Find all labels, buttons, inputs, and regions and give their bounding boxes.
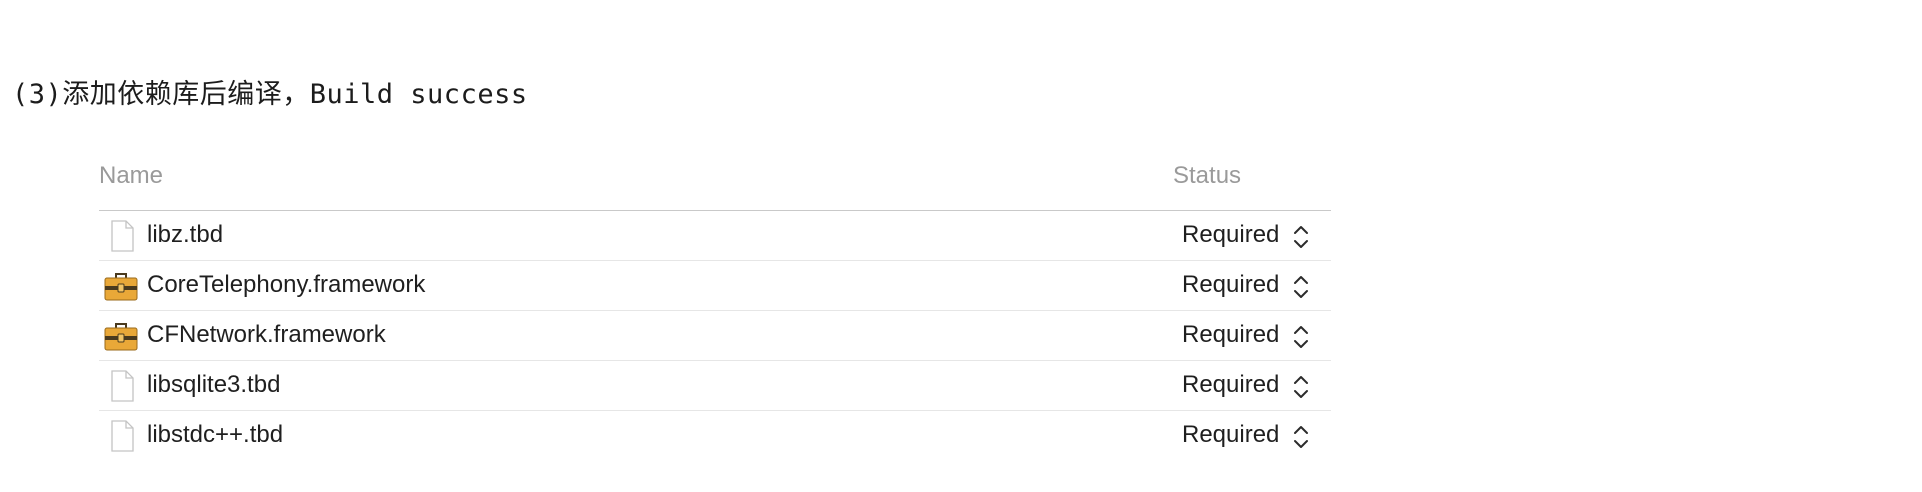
column-header-status[interactable]: Status xyxy=(1173,162,1241,190)
table-row[interactable]: libz.tbd Required xyxy=(99,211,1331,261)
library-name: libz.tbd xyxy=(147,221,224,248)
toolbox-icon xyxy=(104,273,138,301)
library-status[interactable]: Required xyxy=(1182,371,1279,399)
table-row[interactable]: CoreTelephony.framework Required xyxy=(99,261,1331,311)
library-status[interactable]: Required xyxy=(1182,221,1279,249)
status-stepper-icon[interactable] xyxy=(1291,273,1311,301)
toolbox-icon xyxy=(104,323,138,351)
document-icon xyxy=(111,220,134,252)
status-stepper-icon[interactable] xyxy=(1291,323,1311,351)
status-stepper-icon[interactable] xyxy=(1291,373,1311,401)
table-header: Name Status xyxy=(99,158,1331,211)
status-stepper-icon[interactable] xyxy=(1291,423,1311,451)
library-status[interactable]: Required xyxy=(1182,421,1279,449)
library-name: CFNetwork.framework xyxy=(147,321,386,348)
column-header-name[interactable]: Name xyxy=(99,162,163,190)
library-status[interactable]: Required xyxy=(1182,271,1279,299)
document-icon xyxy=(111,420,134,452)
library-name: libstdc++.tbd xyxy=(147,421,284,448)
document-icon xyxy=(111,370,134,402)
table-row[interactable]: libstdc++.tbd Required xyxy=(99,411,1331,460)
status-stepper-icon[interactable] xyxy=(1291,223,1311,251)
table-row[interactable]: CFNetwork.framework Required xyxy=(99,311,1331,361)
page-heading: (3)添加依赖库后编译，Build success xyxy=(12,79,528,110)
linked-libraries-table: Name Status libz.tbd Required CoreTeleph… xyxy=(99,158,1331,460)
table-row[interactable]: libsqlite3.tbd Required xyxy=(99,361,1331,411)
library-name: libsqlite3.tbd xyxy=(147,371,281,398)
library-status[interactable]: Required xyxy=(1182,321,1279,349)
library-name: CoreTelephony.framework xyxy=(147,271,426,298)
